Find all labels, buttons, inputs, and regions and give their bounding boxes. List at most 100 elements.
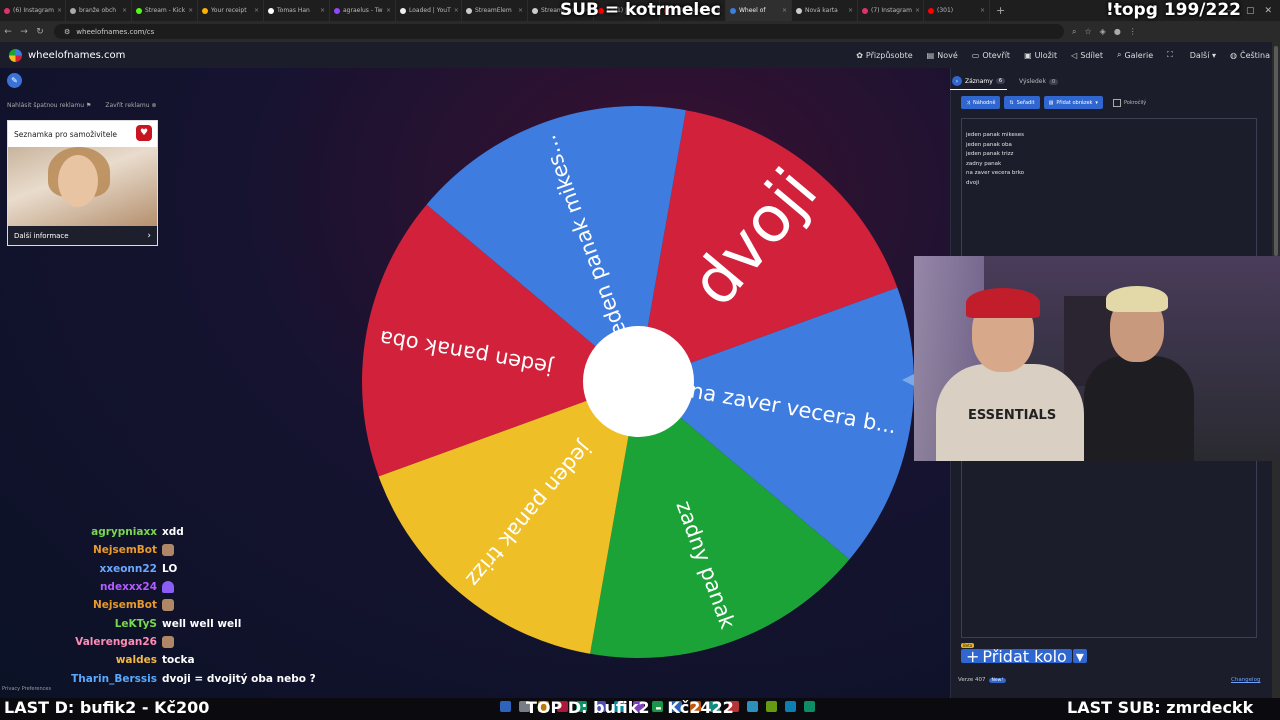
tab-close-icon[interactable]: × — [518, 7, 523, 14]
ad-cta-bar[interactable]: Další informace › — [8, 226, 157, 245]
chat-message: LeKTyS well well well — [0, 614, 330, 632]
sort-button[interactable]: ⇅ Seřadit — [1004, 96, 1040, 109]
chat-username[interactable]: xxeonn22 — [0, 563, 162, 575]
browser-tab[interactable]: Nová karta × — [792, 0, 858, 21]
tab-favicon-icon — [796, 7, 802, 14]
menu-icon[interactable]: ⋮ — [1129, 27, 1137, 37]
browser-tab[interactable]: agraelus - Tw × — [330, 0, 396, 21]
tab-title: Stream - Kick — [145, 7, 186, 14]
bookmark-star-icon[interactable]: ☆ — [1084, 27, 1091, 37]
site-info-icon[interactable]: ⚙ — [64, 28, 70, 36]
forward-icon[interactable]: → — [16, 27, 32, 37]
tab-close-icon[interactable]: × — [782, 7, 787, 14]
logo-text: wheelofnames.com — [28, 49, 126, 61]
entries-count: 6 — [995, 78, 1005, 84]
chat-message: Valerengan26 — [0, 633, 330, 651]
close-ad-link[interactable]: Zavřít reklamu ⊗ — [105, 102, 156, 109]
new-tab-button[interactable]: + — [990, 4, 1011, 17]
scrollbar-thumb[interactable] — [1274, 46, 1278, 256]
tab-results[interactable]: Výsledek 0 — [1017, 75, 1060, 88]
menu-item[interactable]: ✿ Přizpůsobte — [856, 50, 912, 60]
tab-close-icon[interactable]: × — [188, 7, 193, 14]
report-ad-link[interactable]: Nahlásit špatnou reklamu ⚑ — [7, 102, 91, 109]
entry-line: jeden panak mikeses — [966, 132, 1025, 138]
advertisement[interactable]: Seznamka pro samoživitele ♥ Další inform… — [7, 120, 158, 246]
app-icon[interactable] — [766, 701, 777, 712]
chat-username[interactable]: ndexxx24 — [0, 581, 162, 593]
menu-item[interactable]: ⛶ — [1167, 50, 1176, 60]
reload-icon[interactable]: ↻ — [32, 27, 48, 37]
menu-item[interactable]: ▣ Uložit — [1024, 50, 1057, 60]
browser-tab[interactable]: branže obch × — [66, 0, 132, 21]
browser-tab[interactable]: Loaded | YouT × — [396, 0, 462, 21]
tab-close-icon[interactable]: × — [57, 7, 62, 14]
menu-item[interactable]: ◍ Čeština — [1230, 50, 1270, 60]
menu-item[interactable]: Další ▾ — [1190, 50, 1216, 60]
tab-entries[interactable]: › Záznamy 6 — [950, 73, 1007, 90]
chat-username[interactable]: Valerengan26 — [0, 636, 162, 648]
tab-close-icon[interactable]: × — [122, 7, 127, 14]
chat-username[interactable]: LeKTyS — [0, 618, 162, 630]
site-logo[interactable]: wheelofnames.com — [9, 48, 126, 62]
tab-title: agraelus - Tw — [343, 7, 383, 14]
browser-tab[interactable]: (6) Instagram × — [0, 0, 66, 21]
shuffle-icon: ⤨ — [966, 99, 971, 106]
browser-tab[interactable]: Your receipt × — [198, 0, 264, 21]
collapse-arrow-icon[interactable]: › — [952, 76, 962, 86]
menu-item[interactable]: ⌕ Galerie — [1117, 50, 1153, 60]
wheel-logo-icon — [9, 48, 22, 62]
tab-close-icon[interactable]: × — [848, 7, 853, 14]
close-window-icon[interactable]: ✕ — [1264, 6, 1272, 16]
tab-close-icon[interactable]: × — [915, 7, 920, 14]
add-wheel-button[interactable]: + Přidat kolo — [961, 647, 1072, 666]
fullscreen-icon: ⛶ — [1167, 50, 1173, 59]
menu-item[interactable]: ▤ Nové — [927, 50, 958, 60]
chat-username[interactable]: NejsemBot — [0, 599, 162, 611]
tab-title: (6) Instagram — [13, 7, 54, 14]
url-field[interactable]: ⚙ wheelofnames.com/cs — [54, 24, 1064, 39]
changelog-link[interactable]: Changelog — [1231, 677, 1260, 683]
browser-tab[interactable]: Stream - Kick × — [132, 0, 198, 21]
app-icon[interactable] — [785, 701, 796, 712]
menu-item-label: Otevřít — [982, 50, 1011, 60]
tab-close-icon[interactable]: × — [254, 7, 259, 14]
menu-item[interactable]: ▭ Otevřít — [972, 50, 1010, 60]
app-icon[interactable] — [804, 701, 815, 712]
advanced-checkbox[interactable]: Pokročilý — [1112, 98, 1147, 107]
advanced-label: Pokročilý — [1123, 99, 1147, 106]
tab-close-icon[interactable]: × — [454, 7, 459, 14]
checkbox-box[interactable] — [1112, 98, 1121, 107]
browser-tab[interactable]: Wheel of × — [726, 0, 792, 21]
menu-item-label: Další ▾ — [1189, 50, 1216, 60]
chat-message: xxeonn22 LO — [0, 560, 330, 578]
menu-item-label: Uložit — [1034, 50, 1058, 60]
profile-icon[interactable]: ● — [1114, 27, 1121, 37]
maximize-icon[interactable]: ▢ — [1246, 6, 1255, 16]
browser-tab[interactable]: (7) Instagram × — [858, 0, 924, 21]
browser-tab[interactable]: (301) × — [924, 0, 990, 21]
chat-username[interactable]: agrypniaxx — [0, 526, 162, 538]
edit-pencil-button[interactable]: ✎ — [7, 73, 22, 88]
menu-item[interactable]: ◁ Sdílet — [1071, 50, 1103, 60]
back-icon[interactable]: ← — [0, 27, 16, 37]
start-icon[interactable] — [500, 701, 511, 712]
shuffle-button[interactable]: ⤨ Náhodně — [961, 96, 1001, 109]
add-wheel-dropdown[interactable]: ▾ — [1072, 647, 1087, 666]
add-image-button[interactable]: ▨ Přidat obrázek ▾ — [1043, 96, 1103, 109]
shuffle-label: Náhodně — [973, 99, 996, 106]
zoom-icon[interactable]: ⌕ — [1072, 27, 1076, 37]
wheel-center-button[interactable] — [583, 326, 694, 437]
browser-tab[interactable]: StreamElem × — [462, 0, 528, 21]
app-icon[interactable] — [747, 701, 758, 712]
chat-username[interactable]: waldes — [0, 654, 162, 666]
chat-username[interactable]: NejsemBot — [0, 544, 162, 556]
tab-close-icon[interactable]: × — [320, 7, 325, 14]
search-icon: ⌕ — [1116, 50, 1122, 59]
tab-close-icon[interactable]: × — [980, 7, 985, 14]
browser-tab[interactable]: Tomas Han × — [264, 0, 330, 21]
entry-line: zadny panak — [966, 160, 1002, 167]
privacy-preferences-link[interactable]: Privacy Preferences — [2, 686, 51, 692]
tab-close-icon[interactable]: × — [386, 7, 391, 14]
extension-icon[interactable]: ◈ — [1100, 27, 1106, 37]
chat-username[interactable]: Tharin_Berssis — [0, 673, 162, 685]
